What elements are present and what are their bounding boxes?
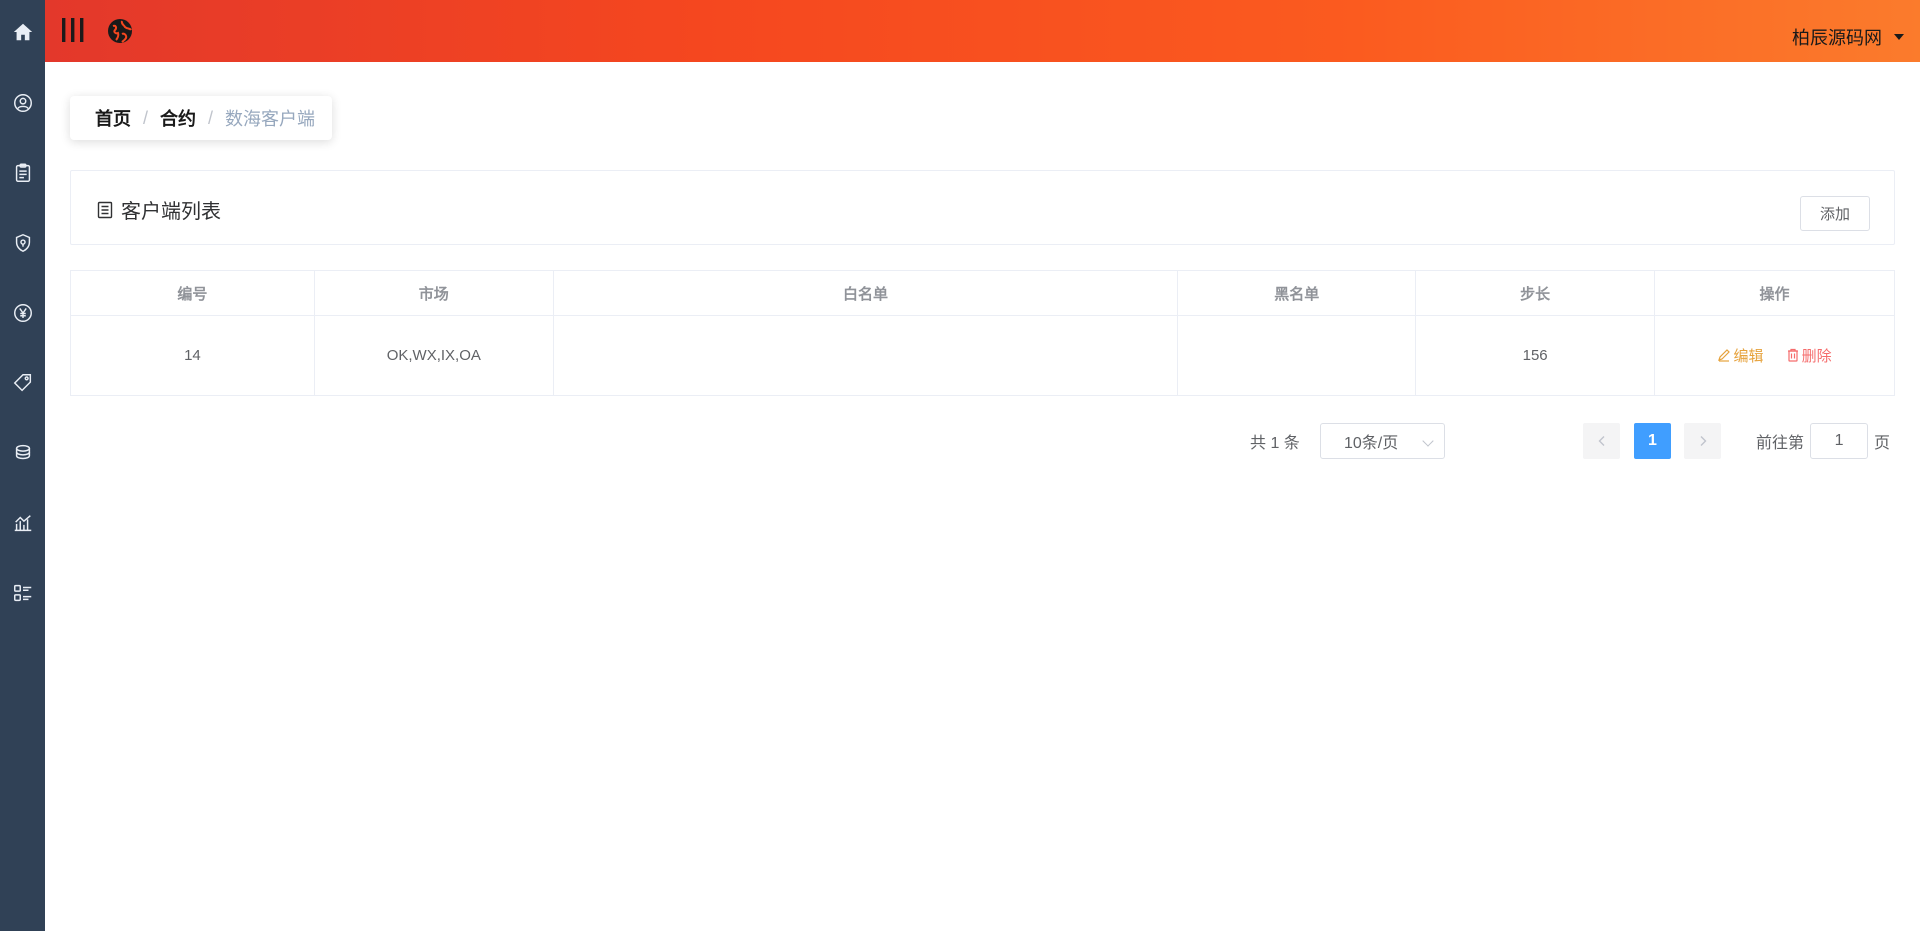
chart-icon[interactable] <box>0 503 45 543</box>
next-page-button[interactable] <box>1684 423 1721 459</box>
pencil-icon <box>1718 349 1731 362</box>
delete-label: 删除 <box>1801 347 1832 365</box>
goto-suffix: 页 <box>1874 435 1891 452</box>
prev-page-button[interactable] <box>1583 423 1620 459</box>
chevron-down-icon <box>1422 435 1434 447</box>
globe-icon[interactable] <box>107 18 133 44</box>
column-header-actions: 操作 <box>1654 270 1895 316</box>
column-header-step: 步长 <box>1415 270 1656 316</box>
table-header-row: 编号 市场 白名单 黑名单 步长 操作 <box>70 270 1895 316</box>
clipboard-icon[interactable] <box>0 153 45 193</box>
breadcrumb-separator: / <box>208 107 214 128</box>
user-name: 柏辰源码网 <box>1792 28 1882 48</box>
column-header-market: 市场 <box>313 270 554 316</box>
goto-page-input[interactable] <box>1810 423 1869 459</box>
cell-actions: 编辑 删除 <box>1654 315 1895 396</box>
hamburger-icon[interactable] <box>60 16 86 44</box>
yen-icon[interactable] <box>0 293 45 333</box>
column-header-id: 编号 <box>70 270 315 316</box>
goto-prefix: 前往第 <box>1756 435 1805 452</box>
edit-label: 编辑 <box>1733 347 1764 365</box>
cell-whitelist <box>552 315 1179 396</box>
edit-button[interactable]: 编辑 <box>1717 345 1763 366</box>
cell-market: OK,WX,IX,OA <box>313 315 554 396</box>
cell-step: 156 <box>1415 315 1656 396</box>
chevron-left-icon <box>1598 436 1604 446</box>
breadcrumb: 首页 / 合约 / 数海客户端 <box>70 96 332 140</box>
page-size-select[interactable]: 10条/页 <box>1320 423 1445 459</box>
breadcrumb-current: 数海客户端 <box>225 109 316 129</box>
column-header-whitelist: 白名单 <box>552 270 1179 316</box>
page-jumper: 前往第 页 <box>1756 423 1890 459</box>
cell-id: 14 <box>70 315 315 396</box>
delete-button[interactable]: 删除 <box>1786 345 1832 366</box>
coins-icon[interactable] <box>0 433 45 473</box>
client-table: 编号 市场 白名单 黑名单 步长 操作 14 OK,WX,IX,OA 156 编… <box>70 270 1895 396</box>
card-title: 客户端列表 <box>97 195 221 224</box>
sidebar <box>0 0 45 931</box>
column-header-blacklist: 黑名单 <box>1177 270 1417 316</box>
home-icon[interactable] <box>0 12 45 52</box>
cell-blacklist <box>1177 315 1417 396</box>
add-button[interactable]: 添加 <box>1800 196 1870 231</box>
page-number-current[interactable]: 1 <box>1634 423 1671 459</box>
list-card-header: 客户端列表 添加 <box>70 170 1895 245</box>
trash-icon <box>1787 349 1798 362</box>
shield-icon[interactable] <box>0 223 45 263</box>
breadcrumb-home[interactable]: 首页 <box>95 105 131 131</box>
pagination-total: 共 1 条 <box>1250 435 1300 452</box>
table-row: 14 OK,WX,IX,OA 156 编辑 删除 <box>70 315 1895 396</box>
top-navbar: 柏辰源码网 <box>45 0 1920 62</box>
document-icon <box>97 201 113 218</box>
breadcrumb-contract[interactable]: 合约 <box>160 105 196 131</box>
user-menu[interactable]: 柏辰源码网 <box>1792 24 1904 50</box>
user-circle-icon[interactable] <box>0 83 45 123</box>
list-icon[interactable] <box>0 573 45 613</box>
page-size-value: 10条/页 <box>1344 435 1399 452</box>
tag-icon[interactable] <box>0 363 45 403</box>
breadcrumb-separator: / <box>143 107 149 128</box>
chevron-right-icon <box>1700 436 1706 446</box>
caret-down-icon <box>1894 34 1904 40</box>
card-title-text: 客户端列表 <box>121 201 221 223</box>
